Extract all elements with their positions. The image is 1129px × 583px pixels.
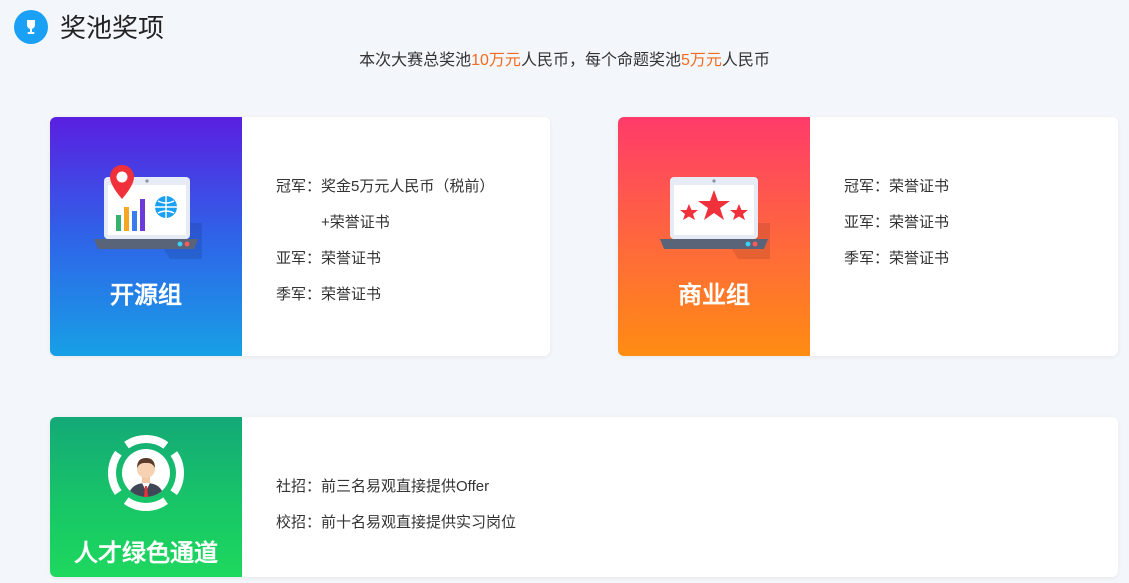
prize-value: 荣誉证书: [321, 250, 382, 267]
business-tile: 商业组: [618, 117, 810, 356]
benefit-value: 前十名易观直接提供实习岗位: [321, 514, 517, 531]
prize-rank: 冠军：: [844, 178, 890, 195]
analytics-laptop-icon: [94, 165, 202, 259]
talent-label: 人才绿色通道: [74, 540, 218, 567]
summary-suffix: 人民币: [721, 52, 770, 69]
prize-value: 荣誉证书: [889, 250, 950, 267]
per-topic-amount: 5万元: [680, 52, 722, 69]
prize-row-champion: 冠军：荣誉证书: [844, 169, 949, 205]
business-prizes: 冠军：荣誉证书 亚军：荣誉证书 季军：荣誉证书: [844, 169, 949, 277]
talent-tile: 人才绿色通道: [50, 417, 242, 577]
prize-rank: 季军：: [844, 250, 890, 267]
talent-benefits: 社招：前三名易观直接提供Offer 校招：前十名易观直接提供实习岗位: [276, 469, 516, 541]
prize-value: 荣誉证书: [321, 286, 382, 303]
prize-row-runner-up: 亚军：荣誉证书: [844, 205, 949, 241]
benefit-type: 社招：: [276, 478, 322, 495]
summary-prefix: 本次大赛总奖池: [359, 52, 472, 69]
prize-row-runner-up: 亚军：荣誉证书: [276, 241, 494, 277]
open-source-prizes: 冠军：奖金5万元人民币（税前） +荣誉证书 亚军：荣誉证书 季军：荣誉证书: [276, 169, 494, 313]
stars-laptop-icon: [660, 177, 770, 259]
trophy-icon: [14, 9, 48, 44]
prize-rank: 亚军：: [844, 214, 890, 231]
talent-channel-card: 人才绿色通道 社招：前三名易观直接提供Offer 校招：前十名易观直接提供实习岗…: [50, 417, 1118, 577]
open-source-card: 开源组 冠军：奖金5万元人民币（税前） +荣誉证书 亚军：荣誉证书 季军：荣誉证…: [50, 117, 550, 356]
prize-rank: 亚军：: [276, 250, 322, 267]
prize-pool-summary: 本次大赛总奖池10万元人民币，每个命题奖池5万元人民币: [0, 46, 1129, 70]
business-label: 商业组: [678, 282, 750, 309]
section-title: 奖池奖项: [60, 13, 165, 43]
benefit-value: 前三名易观直接提供Offer: [321, 478, 490, 495]
business-card: 商业组 冠军：荣誉证书 亚军：荣誉证书 季军：荣誉证书: [618, 117, 1118, 356]
benefit-type: 校招：: [276, 514, 322, 531]
prize-rank: 季军：: [276, 286, 322, 303]
open-source-tile: 开源组: [50, 117, 242, 356]
prize-value: +荣誉证书: [321, 214, 390, 231]
prize-row-third: 季军：荣誉证书: [844, 241, 949, 277]
person-target-icon: [108, 435, 184, 511]
section-header: 奖池奖项: [14, 8, 164, 45]
open-source-label: 开源组: [110, 282, 182, 309]
prize-row-champion: 冠军：奖金5万元人民币（税前）: [276, 169, 494, 205]
total-pool-amount: 10万元: [471, 52, 521, 69]
benefit-row-campus: 校招：前十名易观直接提供实习岗位: [276, 505, 516, 541]
prize-rank: 冠军：: [276, 178, 322, 195]
prize-row-third: 季军：荣誉证书: [276, 277, 494, 313]
summary-middle: 人民币，每个命题奖池: [520, 52, 681, 69]
prize-value: 荣誉证书: [889, 178, 950, 195]
benefit-row-social: 社招：前三名易观直接提供Offer: [276, 469, 516, 505]
prize-row-champion-extra: +荣誉证书: [276, 205, 494, 241]
prize-value: 荣誉证书: [889, 214, 950, 231]
prize-value: 奖金5万元人民币（税前）: [321, 178, 495, 195]
